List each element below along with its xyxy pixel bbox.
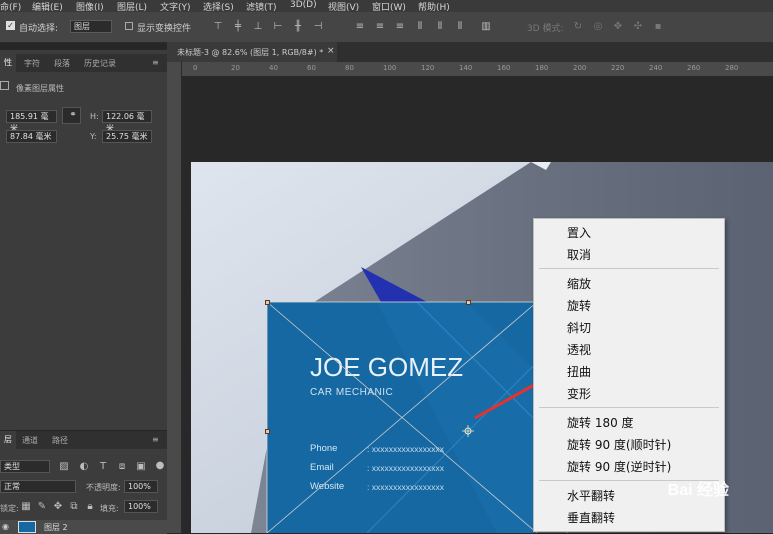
menu-item-rotate-90-cw[interactable]: 旋转 90 度(顺时针) xyxy=(567,436,671,453)
lock-position-icon[interactable]: ✥ xyxy=(52,501,64,513)
layers-panel: 层 通道 路径 ≡ 类型 ▨ ◐ T ⧈ ▣ ● 正常 不透明度: 100% 锁… xyxy=(0,430,167,534)
menu-item-place[interactable]: 置入 xyxy=(567,224,591,241)
menu-item-warp[interactable]: 变形 xyxy=(567,385,591,402)
layer-name: 图层 2 xyxy=(44,523,68,532)
menu-item-distort[interactable]: 扭曲 xyxy=(567,363,591,380)
visibility-eye-icon[interactable]: ◉ xyxy=(2,522,9,531)
menu-item-rotate-180[interactable]: 旋转 180 度 xyxy=(567,414,634,431)
transform-handle-top-left[interactable] xyxy=(265,300,270,305)
transform-bounds xyxy=(266,301,568,533)
layer-row[interactable]: ◉ 图层 2 xyxy=(0,520,167,534)
menu-item-flip-horizontal[interactable]: 水平翻转 xyxy=(567,487,615,504)
lock-label: 锁定: xyxy=(0,504,19,513)
opacity-label: 不透明度: xyxy=(86,483,121,492)
blend-mode-dropdown[interactable]: 正常 xyxy=(0,480,76,493)
fill-field[interactable]: 100% xyxy=(124,500,158,513)
menu-separator xyxy=(539,407,719,408)
menu-item-rotate[interactable]: 旋转 xyxy=(567,297,591,314)
opacity-field[interactable]: 100% xyxy=(124,480,158,493)
smart-object-filter-icon[interactable]: ▣ xyxy=(135,461,147,473)
transform-center-point[interactable] xyxy=(462,425,474,437)
menu-item-scale[interactable]: 缩放 xyxy=(567,275,591,292)
tab-channels[interactable]: 通道 xyxy=(22,435,38,446)
menu-item-skew[interactable]: 斜切 xyxy=(567,319,591,336)
adjustment-filter-icon[interactable]: ◐ xyxy=(78,461,90,473)
lock-all-icon[interactable]: 🔒︎ xyxy=(84,501,96,513)
menu-item-flip-vertical[interactable]: 垂直翻转 xyxy=(567,509,615,526)
shape-filter-icon[interactable]: ⧈ xyxy=(116,461,128,473)
filter-toggle-icon[interactable]: ● xyxy=(154,460,166,472)
baidu-watermark: Bai 经验 xyxy=(667,482,729,499)
fill-label: 填充: xyxy=(100,504,119,513)
menu-item-perspective[interactable]: 透视 xyxy=(567,341,591,358)
lock-pixels-icon[interactable]: ✎ xyxy=(36,501,48,513)
transform-handle-top-center[interactable] xyxy=(466,300,471,305)
pixel-filter-icon[interactable]: ▨ xyxy=(58,461,70,473)
tab-layers[interactable]: 层 xyxy=(0,431,16,449)
lock-artboard-icon[interactable]: ⧉ xyxy=(68,501,80,513)
tab-paths[interactable]: 路径 xyxy=(52,435,68,446)
layer-thumbnail xyxy=(18,521,36,533)
layers-tabs: 层 通道 路径 ≡ xyxy=(0,431,167,449)
transform-handle-middle-left[interactable] xyxy=(265,429,270,434)
menu-item-cancel[interactable]: 取消 xyxy=(567,246,591,263)
menu-separator xyxy=(539,268,719,269)
menu-item-rotate-90-ccw[interactable]: 旋转 90 度(逆时针) xyxy=(567,458,671,475)
type-filter-icon[interactable]: T xyxy=(97,461,109,473)
lock-transparent-icon[interactable]: ▦ xyxy=(20,501,32,513)
layer-filter-dropdown[interactable]: 类型 xyxy=(0,460,50,473)
layers-menu-icon[interactable]: ≡ xyxy=(152,435,159,444)
